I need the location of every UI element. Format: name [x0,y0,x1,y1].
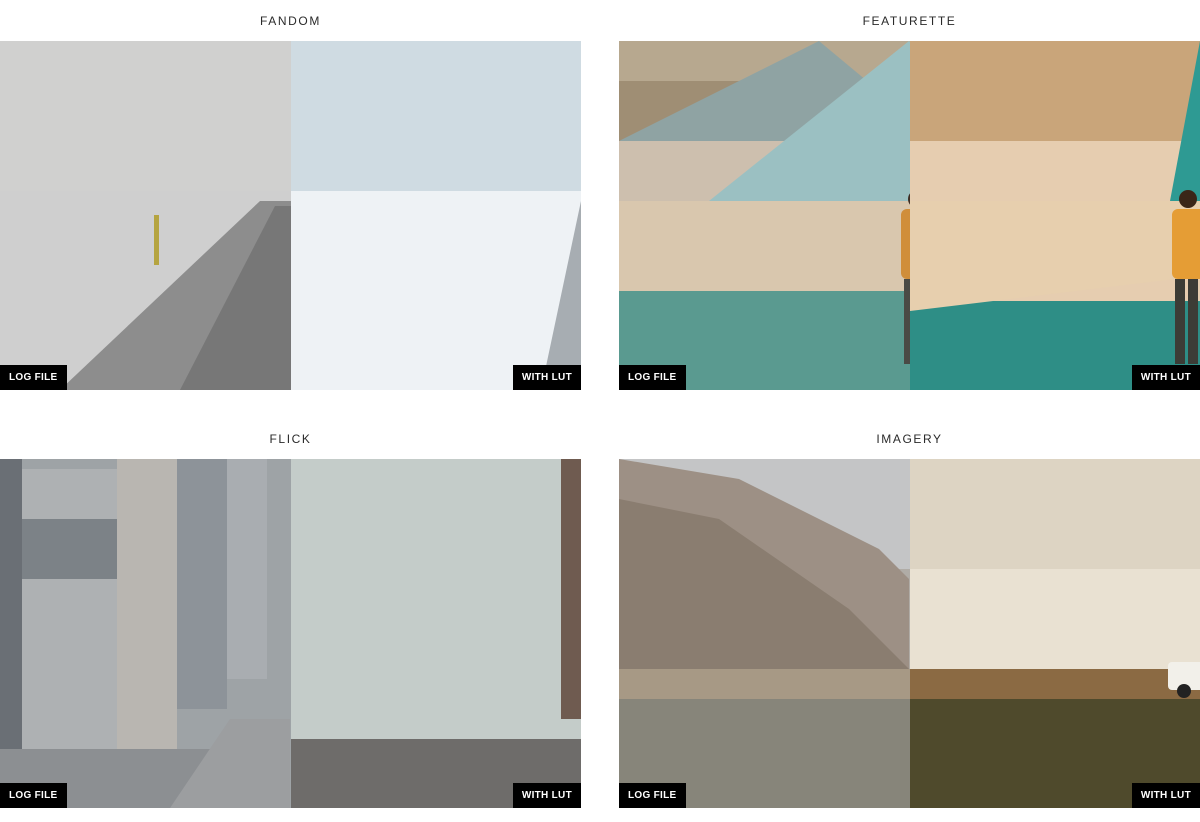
with-lut-image [290,41,581,390]
log-file-badge: LOG FILE [619,365,686,390]
comparison-photo[interactable]: LOG FILE WITH LUT [619,41,1200,390]
with-lut-image [290,459,581,808]
lut-card-featurette: FEATURETTE LOG FILE WITH LUT [619,0,1200,390]
with-lut-badge: WITH LUT [512,365,581,390]
lut-card-flick: FLICK LOG FILE WITH LUT [0,418,581,808]
log-file-badge: LOG FILE [0,365,67,390]
log-file-image [619,459,910,808]
lut-card-imagery: IMAGERY LOG FILE WITH LUT [619,418,1200,808]
with-lut-image [909,459,1200,808]
card-title: IMAGERY [876,432,943,446]
log-file-badge: LOG FILE [0,783,67,808]
card-title: FEATURETTE [862,14,957,28]
card-title: FANDOM [260,14,321,28]
log-file-image [619,41,910,390]
comparison-photo[interactable]: LOG FILE WITH LUT [0,41,581,390]
log-file-image [0,459,291,808]
log-file-badge: LOG FILE [619,783,686,808]
comparison-photo[interactable]: LOG FILE WITH LUT [619,459,1200,808]
with-lut-image [909,41,1200,390]
lut-card-fandom: FANDOM LOG FILE WITH LUT [0,0,581,390]
with-lut-badge: WITH LUT [1131,783,1200,808]
card-title: FLICK [269,432,312,446]
with-lut-badge: WITH LUT [1131,365,1200,390]
with-lut-badge: WITH LUT [512,783,581,808]
log-file-image [0,41,291,390]
comparison-photo[interactable]: LOG FILE WITH LUT [0,459,581,808]
